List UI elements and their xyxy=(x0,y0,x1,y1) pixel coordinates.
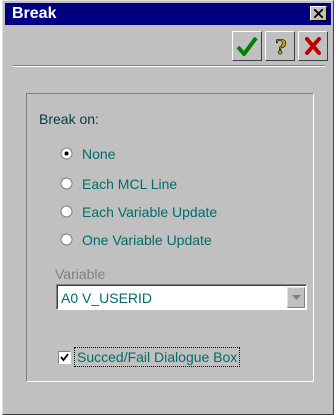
ok-button[interactable] xyxy=(232,31,262,61)
question-mark-icon: ? xyxy=(275,35,287,57)
succed-fail-checkbox-label[interactable]: Succed/Fail Dialogue Box xyxy=(74,347,241,367)
chevron-down-icon xyxy=(292,295,301,300)
variable-label: Variable xyxy=(55,266,106,282)
x-icon xyxy=(305,37,321,55)
help-button[interactable]: ? xyxy=(265,31,295,61)
radio-each-variable-update-label: Each Variable Update xyxy=(82,204,218,220)
radio-each-variable-update[interactable] xyxy=(60,205,73,218)
radio-none-label: None xyxy=(82,146,116,162)
radio-each-mcl-line[interactable] xyxy=(60,177,73,190)
cancel-button[interactable] xyxy=(298,31,328,61)
radio-unselected-icon xyxy=(60,177,73,190)
close-icon xyxy=(314,9,323,18)
toolbar-separator xyxy=(13,65,325,67)
title-bar[interactable]: Break xyxy=(5,3,331,25)
radio-none[interactable] xyxy=(60,147,73,160)
radio-one-variable-update-label: One Variable Update xyxy=(82,232,212,248)
break-on-label: Break on: xyxy=(39,111,99,127)
checkmark-icon xyxy=(60,353,69,362)
variable-combobox[interactable]: A0 V_USERID xyxy=(56,284,307,310)
close-button[interactable] xyxy=(310,6,327,21)
radio-selected-icon xyxy=(60,147,73,160)
radio-unselected-icon xyxy=(60,233,73,246)
variable-value: A0 V_USERID xyxy=(61,290,153,306)
radio-unselected-icon xyxy=(60,205,73,218)
succed-fail-checkbox[interactable] xyxy=(58,351,71,364)
break-dialog: Break ? Break on: None Each MCL Line Eac… xyxy=(2,0,334,415)
radio-each-mcl-line-label: Each MCL Line xyxy=(82,176,178,192)
window-title: Break xyxy=(12,5,57,22)
variable-dropdown-button[interactable] xyxy=(287,287,305,308)
checkmark-icon xyxy=(236,36,258,56)
svg-text:?: ? xyxy=(275,35,287,57)
radio-one-variable-update[interactable] xyxy=(60,233,73,246)
